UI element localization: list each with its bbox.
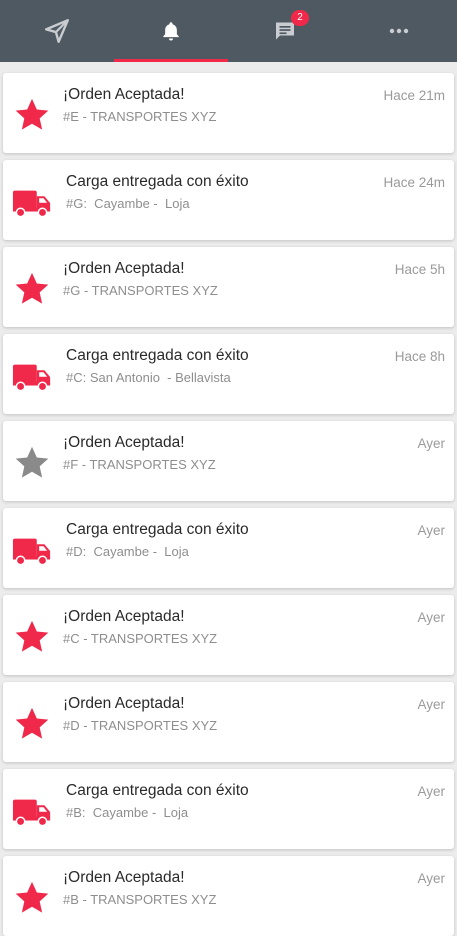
notification-title: ¡Orden Aceptada! (63, 608, 185, 625)
tab-explore[interactable] (0, 0, 114, 62)
truck-icon (12, 794, 52, 828)
tab-more[interactable] (342, 0, 456, 62)
notification-time: Ayer (417, 871, 445, 886)
tab-notifications[interactable] (114, 0, 228, 62)
star-icon (12, 707, 52, 741)
notification-subtitle: #E - TRANSPORTES XYZ (63, 109, 217, 124)
star-icon (12, 98, 52, 132)
notification-card[interactable]: Carga entregada con éxito #B: Cayambe - L… (3, 769, 454, 849)
notification-title: ¡Orden Aceptada! (63, 869, 185, 886)
top-tab-bar: 2 (0, 0, 457, 62)
star-icon (12, 881, 52, 915)
notification-title: ¡Orden Aceptada! (63, 434, 185, 451)
notification-subtitle: #B: Cayambe - Loja (66, 805, 189, 820)
notification-title: Carga entregada con éxito (66, 782, 249, 799)
navigation-arrow-icon (44, 18, 70, 44)
notification-time: Ayer (417, 610, 445, 625)
bell-icon (160, 19, 182, 43)
truck-icon (12, 533, 52, 567)
notification-subtitle: #G - TRANSPORTES XYZ (63, 283, 218, 298)
notification-time: Ayer (417, 697, 445, 712)
chat-icon: 2 (273, 10, 309, 43)
notification-title: ¡Orden Aceptada! (63, 260, 185, 277)
notification-time: Hace 8h (394, 349, 445, 364)
notification-title: ¡Orden Aceptada! (63, 695, 185, 712)
notification-time: Ayer (417, 523, 445, 538)
notification-subtitle: #D: Cayambe - Loja (66, 544, 189, 559)
notification-card[interactable]: ¡Orden Aceptada! #D - TRANSPORTES XYZ Ayer (3, 682, 454, 762)
notification-card[interactable]: ¡Orden Aceptada! #E - TRANSPORTES XYZ Hace… (3, 73, 454, 153)
notification-card[interactable]: Carga entregada con éxito #C: San Antonio… (3, 334, 454, 414)
star-icon (12, 620, 52, 654)
notification-subtitle: #C: San Antonio - Bellavista (66, 370, 231, 385)
notification-time: Hace 24m (383, 175, 445, 190)
more-dots-icon (387, 27, 411, 35)
notification-card[interactable]: Carga entregada con éxito #D: Cayambe - L… (3, 508, 454, 588)
notification-subtitle: #G: Cayambe - Loja (66, 196, 190, 211)
notification-time: Hace 5h (394, 262, 445, 277)
notification-title: Carga entregada con éxito (66, 521, 249, 538)
notification-time: Hace 21m (383, 88, 445, 103)
notification-title: Carga entregada con éxito (66, 173, 249, 190)
notification-card[interactable]: ¡Orden Aceptada! #G - TRANSPORTES XYZ Hace… (3, 247, 454, 327)
notification-title: Carga entregada con éxito (66, 347, 249, 364)
notification-subtitle: #D - TRANSPORTES XYZ (63, 718, 218, 733)
notification-subtitle: #F - TRANSPORTES XYZ (63, 457, 216, 472)
notification-time: Ayer (417, 436, 445, 451)
notification-title: ¡Orden Aceptada! (63, 86, 185, 103)
notification-card[interactable]: ¡Orden Aceptada! #B - TRANSPORTES XYZ Ayer (3, 856, 454, 936)
truck-icon (12, 359, 52, 393)
star-icon (12, 272, 52, 306)
notification-card[interactable]: Carga entregada con éxito #G: Cayambe - L… (3, 160, 454, 240)
notification-card[interactable]: ¡Orden Aceptada! #C - TRANSPORTES XYZ Ayer (3, 595, 454, 675)
unread-badge: 2 (291, 10, 309, 26)
notification-card[interactable]: ¡Orden Aceptada! #F - TRANSPORTES XYZ Ayer (3, 421, 454, 501)
truck-icon (12, 185, 52, 219)
tab-messages[interactable]: 2 (228, 0, 342, 62)
active-tab-indicator (114, 59, 228, 62)
notification-time: Ayer (417, 784, 445, 799)
notification-subtitle: #C - TRANSPORTES XYZ (63, 631, 218, 646)
star-icon (12, 446, 52, 480)
